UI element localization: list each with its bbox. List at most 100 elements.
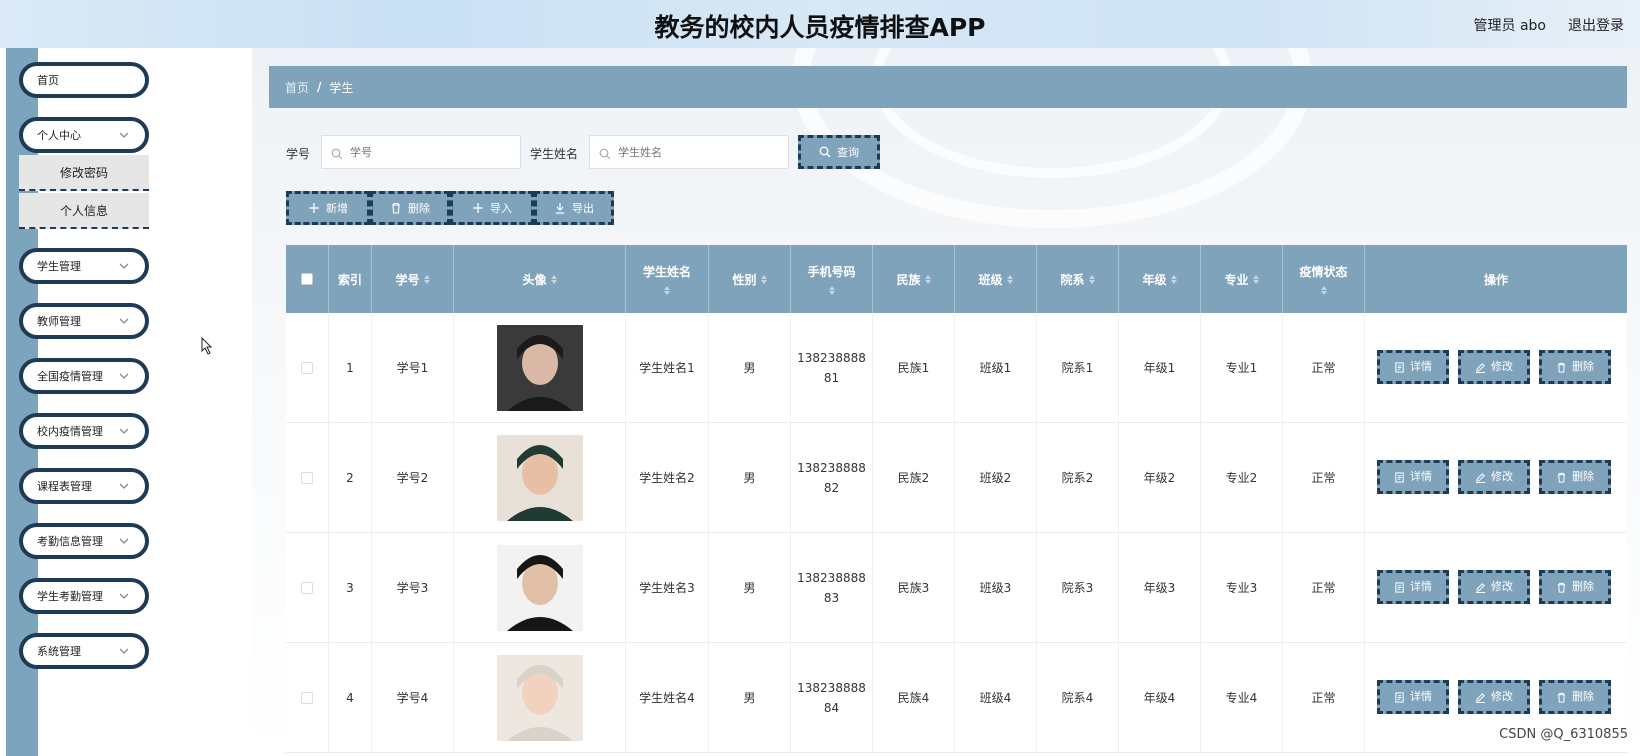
col-student-name[interactable]: 学生姓名 [626,245,709,313]
col-avatar[interactable]: 头像 [454,245,626,313]
cell-grade: 年级2 [1119,423,1201,533]
col-major[interactable]: 专业 [1201,245,1283,313]
cell-phone: 138238888 82 [791,423,873,533]
cell-index: 1 [329,313,372,423]
col-student-id[interactable]: 学号 [372,245,454,313]
sidebar-item-attendance-info[interactable]: 考勤信息管理 [19,523,149,559]
add-button[interactable]: 新增 [286,191,370,225]
sidebar-item-national-epidemic[interactable]: 全国疫情管理 [19,358,149,394]
mouse-cursor-icon [201,336,213,359]
cell-text: 专业4 [1225,691,1258,705]
col-ethnicity[interactable]: 民族 [873,245,955,313]
avatar[interactable] [496,545,583,631]
query-button[interactable]: 查询 [798,135,880,169]
detail-button[interactable]: 详情 [1377,680,1449,714]
cell-phone: 138238888 84 [791,643,873,753]
cell-actions: 详情 修改 删除 [1365,533,1627,643]
sidebar-item-home[interactable]: 首页 [19,62,149,98]
col-label: 学生姓名 [642,265,691,279]
row-checkbox[interactable] [301,362,313,374]
row-delete-button[interactable]: 删除 [1539,570,1611,604]
export-button[interactable]: 导出 [534,191,614,225]
cell-epidemic-status: 正常 [1283,423,1365,533]
cell-text: 学号2 [396,471,429,485]
edit-button[interactable]: 修改 [1458,680,1530,714]
cell-class: 班级4 [955,643,1037,753]
edit-button[interactable]: 修改 [1458,460,1530,494]
row-select-cell [286,313,329,423]
cell-phone: 138238888 83 [791,533,873,643]
trash-icon [1557,692,1566,703]
avatar[interactable] [496,435,583,521]
avatar[interactable] [496,325,583,411]
detail-button-label: 详情 [1410,360,1432,373]
edit-icon [1475,692,1486,703]
select-all-checkbox[interactable] [301,273,313,285]
col-gender[interactable]: 性别 [709,245,791,313]
import-button-label: 导入 [490,202,512,215]
sidebar-item-label: 学生管理 [37,260,81,273]
chevron-down-icon [117,479,131,493]
col-label: 年级 [1142,272,1167,287]
sort-icon [828,286,835,295]
cell-text: 138238888 [797,681,866,695]
trash-icon [1557,472,1566,483]
sidebar-item-system-mgmt[interactable]: 系统管理 [19,633,149,669]
col-epidemic-status[interactable]: 疫情状态 [1283,245,1365,313]
sidebar-item-label: 学生考勤管理 [37,590,103,603]
col-phone[interactable]: 手机号码 [791,245,873,313]
cell-text: 138238888 [797,351,866,365]
cell-text: 班级3 [979,581,1012,595]
plus-icon [473,203,483,213]
sidebar-item-student-mgmt[interactable]: 学生管理 [19,248,149,284]
detail-button[interactable]: 详情 [1377,570,1449,604]
row-delete-button[interactable]: 删除 [1539,460,1611,494]
row-delete-button[interactable]: 删除 [1539,350,1611,384]
sidebar-item-teacher-mgmt[interactable]: 教师管理 [19,303,149,339]
submenu-change-password[interactable]: 修改密码 [19,155,149,191]
cell-major: 专业4 [1201,643,1283,753]
cell-text: 院系3 [1061,581,1094,595]
cell-gender: 男 [709,313,791,423]
submenu-personal-info[interactable]: 个人信息 [19,193,149,229]
delete-button-label: 删除 [408,202,430,215]
sidebar-item-student-attendance[interactable]: 学生考勤管理 [19,578,149,614]
student-id-input[interactable] [321,135,521,169]
delete-button[interactable]: 删除 [370,191,450,225]
cell-text: 院系2 [1061,471,1094,485]
document-icon [1395,691,1404,703]
cell-text: 学生姓名1 [639,361,695,375]
edit-button[interactable]: 修改 [1458,350,1530,384]
breadcrumb-home[interactable]: 首页 [285,79,309,96]
detail-button[interactable]: 详情 [1377,350,1449,384]
student-name-label: 学生姓名 [530,147,579,161]
cell-text: 4 [346,691,354,705]
col-grade[interactable]: 年级 [1119,245,1201,313]
col-department[interactable]: 院系 [1037,245,1119,313]
cell-text: 民族4 [897,691,930,705]
row-checkbox[interactable] [301,472,313,484]
avatar[interactable] [496,655,583,741]
row-delete-button[interactable]: 删除 [1539,680,1611,714]
cell-avatar [454,423,626,533]
sidebar-item-campus-epidemic[interactable]: 校内疫情管理 [19,413,149,449]
detail-button[interactable]: 详情 [1377,460,1449,494]
row-checkbox[interactable] [301,692,313,704]
cell-avatar [454,313,626,423]
cell-epidemic-status: 正常 [1283,533,1365,643]
trash-icon [1557,362,1566,373]
cell-text: 138238888 [797,461,866,475]
cell-text: 81 [823,371,840,385]
sidebar-item-personal-center[interactable]: 个人中心 [19,117,149,153]
cell-gender: 男 [709,533,791,643]
logout-link[interactable]: 退出登录 [1568,15,1624,35]
sidebar-item-timetable[interactable]: 课程表管理 [19,468,149,504]
row-checkbox[interactable] [301,582,313,594]
cell-ethnicity: 民族1 [873,313,955,423]
col-class[interactable]: 班级 [955,245,1037,313]
add-button-label: 新增 [326,202,348,215]
breadcrumb-current: 学生 [329,80,354,95]
student-name-input[interactable] [589,135,789,169]
import-button[interactable]: 导入 [450,191,534,225]
edit-button[interactable]: 修改 [1458,570,1530,604]
